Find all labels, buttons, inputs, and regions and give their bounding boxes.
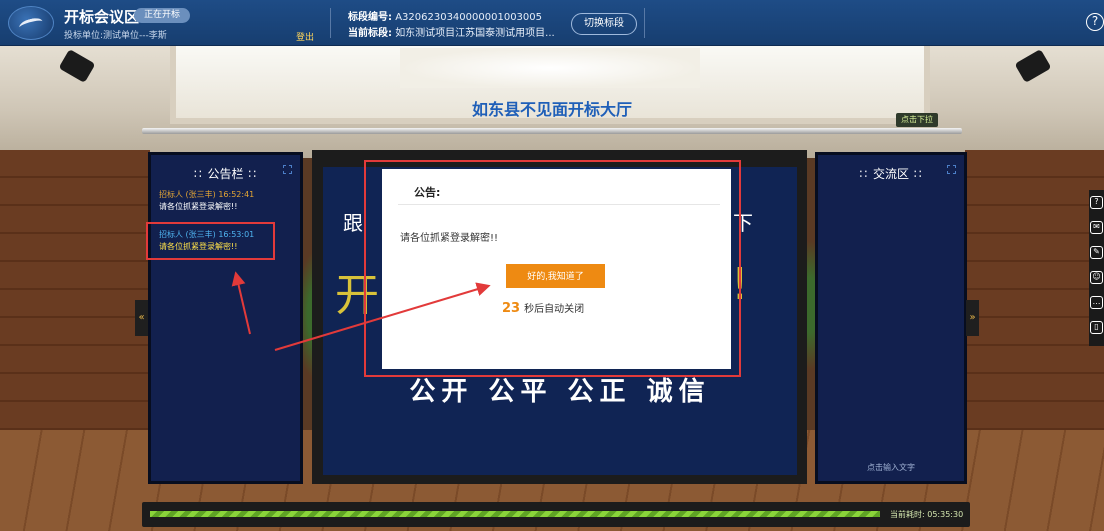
notice-panel-title-text: 公告栏 [207,167,244,181]
section-number: 标段编号: A3206230340000001003005 [348,8,542,23]
screen-text-partial: 跟 [343,211,363,235]
progress-track [150,511,880,517]
edit-doc-icon[interactable]: ✎ [1090,246,1103,259]
right-toolbar: ? ✉ ✎ ☺ … ▯ [1089,190,1104,346]
bidder-unit: 投标单位:测试单位---李斯 [64,31,167,41]
annotation-highlight-box [146,222,275,260]
wall-left [0,150,150,450]
chat-panel-title-text: 交流区 [872,167,909,181]
elapsed-time: 当前耗时: 05:35:30 [890,510,964,519]
chat-panel-title: ∷ 交流区 ∷ [859,167,923,181]
header-divider [644,8,645,38]
help-icon[interactable]: ? [1090,196,1103,209]
ceiling-light [400,48,700,88]
status-badge: 正在开标 [134,8,191,23]
current-section-label: 当前标段: [348,28,392,39]
screen-rail [142,128,962,134]
expand-icon[interactable] [283,165,292,174]
countdown-suffix: 秒后自动关闭 [524,304,585,315]
section-number-label: 标段编号: [348,12,392,23]
top-header: 开标会议区 正在开标 投标单位:测试单位---李斯 登出 标段编号: A3206… [0,0,1104,46]
dropdown-tip-button[interactable]: 点击下拉 [896,113,938,127]
collapse-right-tab[interactable]: » [966,300,979,336]
mail-icon[interactable]: ✉ [1090,221,1103,234]
hall-title: 如东县不见面开标大厅 [471,100,632,119]
countdown-seconds: 23 [502,301,521,316]
chat-panel: ∷ 交流区 ∷ 点击输入文字 [815,152,967,484]
collapse-left-tab[interactable]: « [135,300,148,336]
modal-divider [398,204,720,205]
switch-section-button[interactable]: 切换标段 [571,13,637,35]
acknowledge-button[interactable]: 好的,我知道了 [506,264,605,288]
progress-bar: 当前耗时: 05:35:30 [142,502,970,527]
current-section-value: 如东测试项目江苏国泰测试用项目... [395,28,555,39]
notice-panel: ∷ 公告栏 ∷ 招标人 (张三丰) 16:52:41 请各位抓紧登录解密!! 招… [148,152,303,484]
chat-input[interactable]: 点击输入文字 [818,462,964,473]
auto-close-countdown: 23 秒后自动关闭 [502,300,584,316]
modal-body: 请各位抓紧登录解密!! [400,233,499,244]
current-section: 当前标段: 如东测试项目江苏国泰测试用项目... [348,24,555,39]
announcement-modal: 公告: 请各位抓紧登录解密!! 好的,我知道了 23 秒后自动关闭 [382,169,731,369]
notice-message: 招标人 (张三丰) 16:52:41 请各位抓紧登录解密!! [159,189,299,213]
notice-panel-title: ∷ 公告栏 ∷ [194,167,257,181]
book-icon[interactable]: ▯ [1090,321,1103,334]
expand-icon[interactable] [947,165,956,174]
modal-title: 公告: [414,186,441,199]
progress-fill [150,511,880,517]
chat-bubble-icon[interactable]: ☺ [1090,271,1103,284]
section-number-value: A3206230340000001003005 [395,12,542,23]
logout-link[interactable]: 登出 [296,30,314,43]
message-meta: 招标人 (张三丰) 16:52:41 [159,190,255,199]
message-text: 请各位抓紧登录解密!! [159,202,238,211]
comment-icon[interactable]: … [1090,296,1103,309]
app-title: 开标会议区 [64,8,140,26]
wall-right [965,150,1104,450]
logo-icon [8,6,54,40]
header-divider [330,8,331,38]
help-icon[interactable]: ? [1086,13,1104,31]
